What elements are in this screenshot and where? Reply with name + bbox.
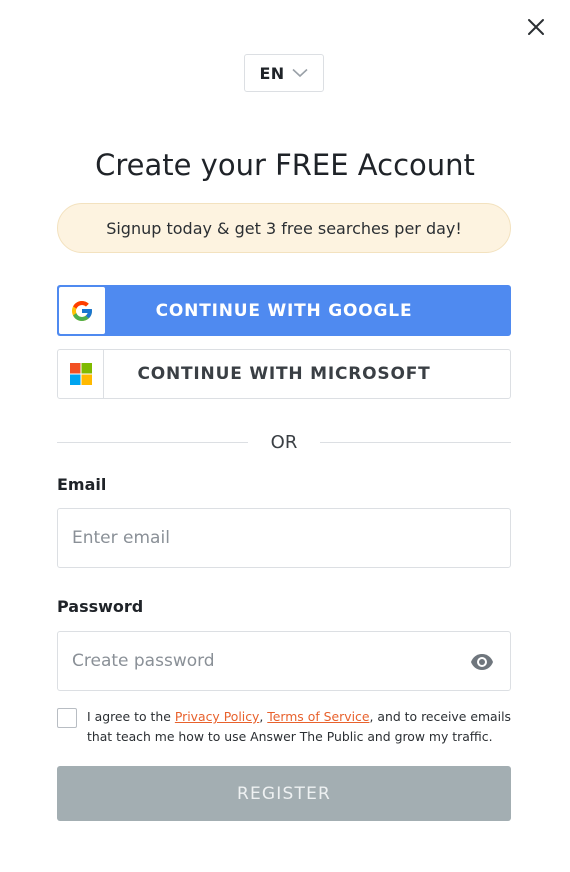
microsoft-logo-icon xyxy=(69,363,92,385)
google-button-label: CONTINUE WITH GOOGLE xyxy=(155,300,413,321)
close-button[interactable] xyxy=(524,15,548,39)
terms-agreement: I agree to the Privacy Policy, Terms of … xyxy=(57,707,511,747)
or-text: OR xyxy=(270,431,298,453)
close-icon xyxy=(528,19,544,35)
google-logo-icon xyxy=(72,300,92,321)
eye-icon xyxy=(471,654,493,670)
divider-line-right xyxy=(320,441,511,443)
email-field[interactable] xyxy=(58,509,510,567)
agree-checkbox[interactable] xyxy=(57,708,77,728)
password-field-wrapper xyxy=(57,631,511,691)
google-logo-container xyxy=(59,287,105,334)
password-field[interactable] xyxy=(58,632,510,690)
language-selector[interactable]: EN xyxy=(244,54,324,92)
email-field-wrapper xyxy=(57,508,511,568)
chevron-down-icon xyxy=(292,68,308,78)
email-label: Email xyxy=(57,475,107,494)
privacy-policy-link[interactable]: Privacy Policy xyxy=(175,709,259,724)
divider-line-left xyxy=(57,441,248,443)
terms-of-service-link[interactable]: Terms of Service xyxy=(267,709,369,724)
page-title: Create your FREE Account xyxy=(95,148,475,182)
microsoft-button-label: CONTINUE WITH MICROSOFT xyxy=(137,364,431,384)
promo-banner: Signup today & get 3 free searches per d… xyxy=(57,203,511,253)
language-code: EN xyxy=(259,63,285,83)
continue-with-google-button[interactable]: CONTINUE WITH GOOGLE xyxy=(57,285,511,336)
toggle-password-visibility[interactable] xyxy=(470,652,494,672)
register-button[interactable]: REGISTER xyxy=(57,766,511,821)
or-divider: OR xyxy=(57,430,511,454)
agreement-prefix: I agree to the xyxy=(87,709,175,724)
microsoft-logo-container xyxy=(58,350,104,398)
password-label: Password xyxy=(57,597,144,616)
agreement-text: I agree to the Privacy Policy, Terms of … xyxy=(87,707,511,747)
continue-with-microsoft-button[interactable]: CONTINUE WITH MICROSOFT xyxy=(57,349,511,399)
